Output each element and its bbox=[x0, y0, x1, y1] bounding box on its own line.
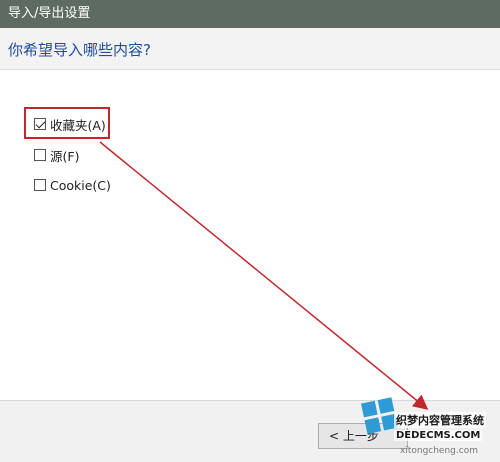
back-button[interactable]: < 上一步 bbox=[318, 423, 408, 449]
cookies-label: Cookie(C) bbox=[50, 177, 111, 193]
footer-bar: < 上一步 bbox=[0, 400, 500, 462]
window-titlebar: 导入/导出设置 bbox=[0, 0, 500, 28]
cookies-checkbox[interactable] bbox=[34, 179, 46, 191]
feeds-label: 源(F) bbox=[50, 148, 80, 164]
feeds-checkbox[interactable] bbox=[34, 149, 46, 161]
option-feeds[interactable]: 源(F) bbox=[34, 145, 79, 165]
annotation-highlight-box bbox=[24, 107, 110, 139]
header-panel: 你希望导入哪些内容? bbox=[0, 28, 500, 70]
option-cookies[interactable]: Cookie(C) bbox=[34, 175, 111, 195]
window-title: 导入/导出设置 bbox=[8, 6, 91, 21]
page-heading: 你希望导入哪些内容? bbox=[8, 41, 151, 59]
